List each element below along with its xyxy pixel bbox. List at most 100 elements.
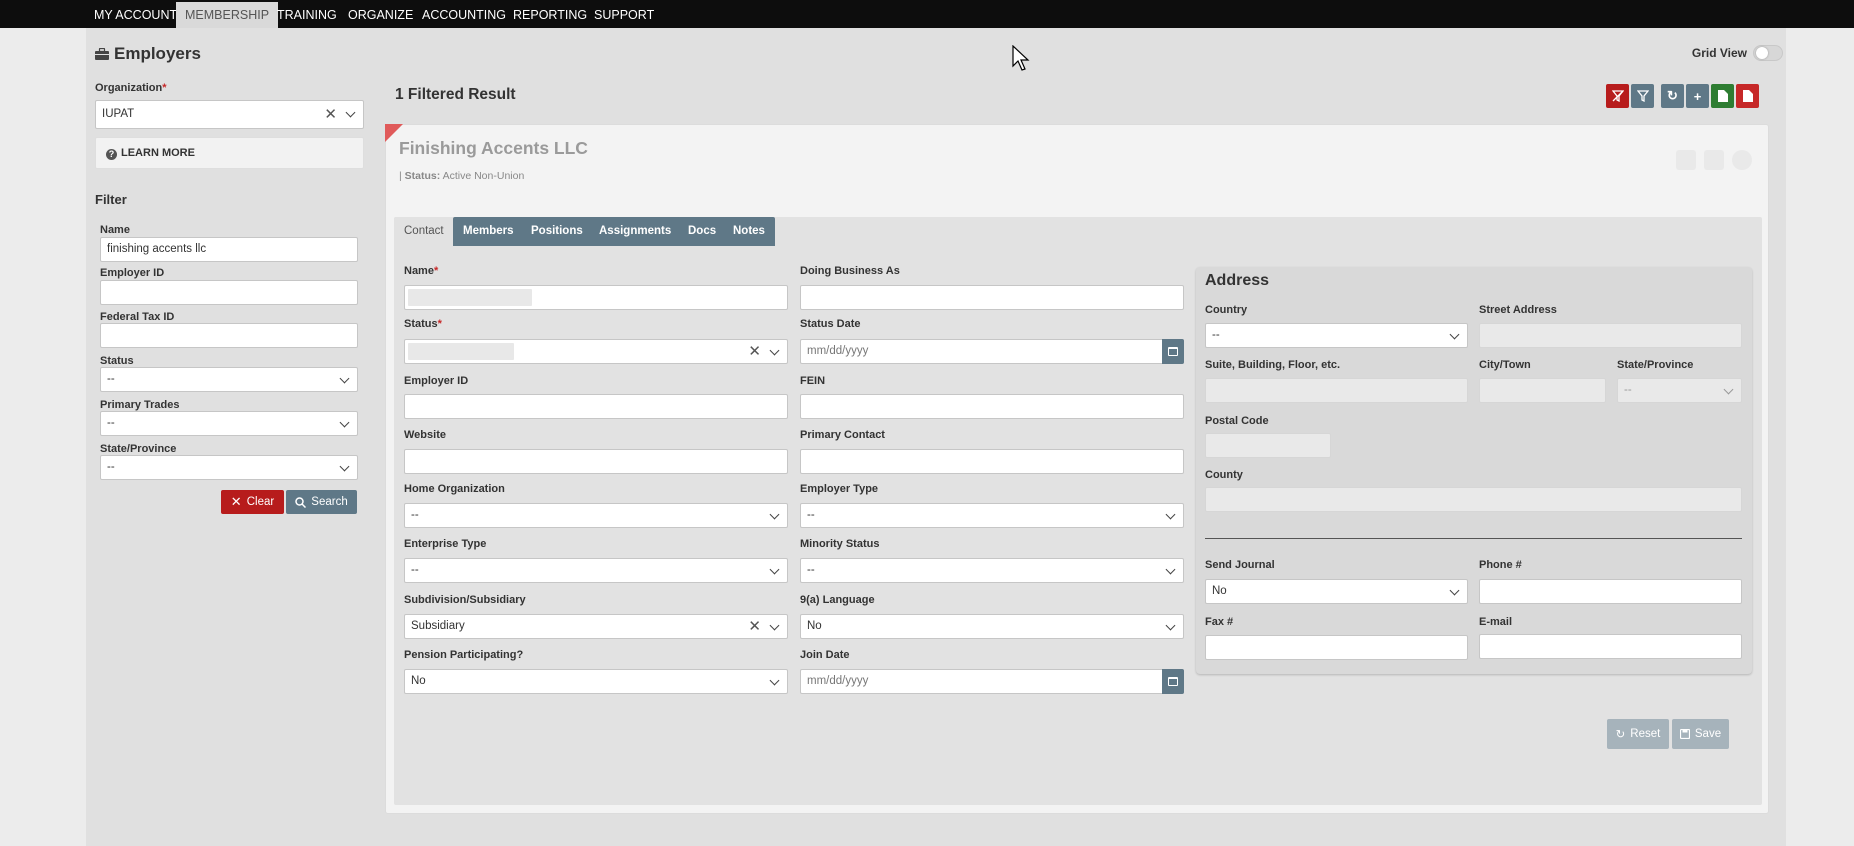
dba-input[interactable]	[800, 285, 1184, 310]
add-button[interactable]: +	[1686, 84, 1709, 108]
email-input[interactable]	[1479, 634, 1742, 659]
chevron-down-icon	[769, 345, 780, 356]
chevron-down-icon	[345, 107, 356, 118]
employer-status: | Status: Active Non-Union	[399, 170, 525, 182]
postal-input[interactable]	[1205, 433, 1331, 458]
filter-state-select[interactable]: --	[100, 455, 358, 480]
calendar-icon[interactable]	[1162, 339, 1184, 364]
nav-my-account[interactable]: MY ACCOUNT	[85, 2, 186, 28]
pdf-export-icon	[1742, 90, 1753, 102]
street-input[interactable]	[1479, 323, 1742, 348]
name-input[interactable]	[404, 285, 788, 310]
calendar-icon[interactable]	[1162, 669, 1184, 694]
tab-assignments[interactable]: Assignments	[589, 217, 682, 246]
chevron-down-icon	[769, 564, 780, 575]
filter-name-input[interactable]: finishing accents llc	[100, 237, 358, 262]
copy-icon[interactable]	[1704, 150, 1724, 170]
tab-contact[interactable]: Contact	[394, 217, 454, 246]
chevron-down-icon	[1165, 564, 1176, 575]
home-org-select[interactable]: --	[404, 503, 788, 528]
filter-status-select[interactable]: --	[100, 367, 358, 392]
refresh-button[interactable]: ↻	[1661, 84, 1684, 108]
nav-training[interactable]: TRAINING	[268, 2, 346, 28]
county-input[interactable]	[1205, 487, 1742, 512]
nav-accounting[interactable]: ACCOUNTING	[413, 2, 515, 28]
grid-view-toggle[interactable]	[1753, 45, 1783, 61]
fax-input[interactable]	[1205, 635, 1468, 660]
learn-more-button[interactable]: ? LEARN MORE	[95, 137, 364, 169]
filter-button[interactable]	[1631, 84, 1654, 108]
pdf-export-button[interactable]	[1736, 84, 1759, 108]
filter-icon	[1636, 90, 1649, 102]
page-title-text: Employers	[114, 44, 201, 63]
nav-reporting[interactable]: REPORTING	[504, 2, 596, 28]
street-label: Street Address	[1479, 304, 1557, 316]
status-date-label: Status Date	[800, 318, 861, 330]
filter-federal-tax-id-input[interactable]	[100, 323, 358, 348]
language-select[interactable]: No	[800, 614, 1184, 639]
search-button[interactable]: Search	[286, 490, 357, 514]
phone-input[interactable]	[1479, 579, 1742, 604]
clear-subdivision-icon[interactable]: ✕	[748, 615, 761, 638]
status-select[interactable]: ✕	[404, 339, 788, 364]
tab-members[interactable]: Members	[453, 217, 524, 246]
info-icon[interactable]	[1732, 150, 1752, 170]
nav-membership[interactable]: MEMBERSHIP	[176, 2, 279, 28]
city-input[interactable]	[1479, 378, 1606, 403]
primary-contact-input[interactable]	[800, 449, 1184, 474]
employer-name: Finishing Accents LLC	[399, 138, 588, 158]
subdivision-select[interactable]: Subsidiary ✕	[404, 614, 788, 639]
briefcase-icon	[95, 48, 109, 60]
suite-input[interactable]	[1205, 378, 1468, 403]
clear-button[interactable]: ✕ Clear	[221, 490, 284, 514]
tab-positions[interactable]: Positions	[521, 217, 593, 246]
filter-federal-tax-id-label: Federal Tax ID	[100, 311, 175, 323]
chevron-down-icon	[769, 620, 780, 631]
clear-filter-button[interactable]	[1606, 84, 1629, 108]
pension-label: Pension Participating?	[404, 649, 524, 661]
filter-title: Filter	[95, 192, 127, 207]
employer-id-input[interactable]	[404, 394, 788, 419]
enterprise-type-select[interactable]: --	[404, 558, 788, 583]
clear-status-icon[interactable]: ✕	[748, 340, 761, 363]
search-icon	[295, 496, 307, 508]
minority-status-label: Minority Status	[800, 538, 880, 550]
website-input[interactable]	[404, 449, 788, 474]
dba-label: Doing Business As	[800, 265, 900, 277]
pension-select[interactable]: No	[404, 669, 788, 694]
filter-primary-trades-select[interactable]: --	[100, 411, 358, 436]
mouse-cursor-icon	[1012, 45, 1030, 71]
employer-type-select[interactable]: --	[800, 503, 1184, 528]
filter-primary-trades-label: Primary Trades	[100, 399, 180, 411]
nav-support[interactable]: SUPPORT	[585, 2, 663, 28]
send-journal-label: Send Journal	[1205, 559, 1275, 571]
reset-button[interactable]: ↻ Reset	[1607, 719, 1669, 749]
primary-contact-label: Primary Contact	[800, 429, 885, 441]
phone-label: Phone #	[1479, 559, 1522, 571]
fein-input[interactable]	[800, 394, 1184, 419]
minority-status-select[interactable]: --	[800, 558, 1184, 583]
clear-organization-icon[interactable]: ✕	[324, 101, 337, 128]
filter-employer-id-input[interactable]	[100, 280, 358, 305]
filter-name-label: Name	[100, 224, 130, 236]
tab-docs[interactable]: Docs	[678, 217, 727, 246]
excel-export-button[interactable]	[1711, 84, 1734, 108]
nav-organize[interactable]: ORGANIZE	[339, 2, 422, 28]
clear-filter-icon	[1611, 90, 1624, 102]
tab-notes[interactable]: Notes	[723, 217, 775, 246]
postal-label: Postal Code	[1205, 415, 1269, 427]
send-journal-select[interactable]: No	[1205, 579, 1468, 604]
organization-select[interactable]: IUPAT ✕	[95, 100, 364, 129]
join-date-input[interactable]: mm/dd/yyyy	[800, 669, 1184, 694]
chevron-down-icon	[1165, 509, 1176, 520]
edit-icon[interactable]	[1676, 150, 1696, 170]
address-state-select[interactable]: --	[1617, 378, 1742, 403]
save-button[interactable]: Save	[1672, 719, 1729, 749]
grid-view-label: Grid View	[1691, 46, 1747, 60]
county-label: County	[1205, 469, 1243, 481]
status-date-input[interactable]: mm/dd/yyyy	[800, 339, 1184, 364]
country-select[interactable]: --	[1205, 323, 1468, 348]
filter-employer-id-label: Employer ID	[100, 267, 165, 279]
chevron-down-icon	[339, 373, 350, 384]
filter-state-label: State/Province	[100, 443, 177, 455]
